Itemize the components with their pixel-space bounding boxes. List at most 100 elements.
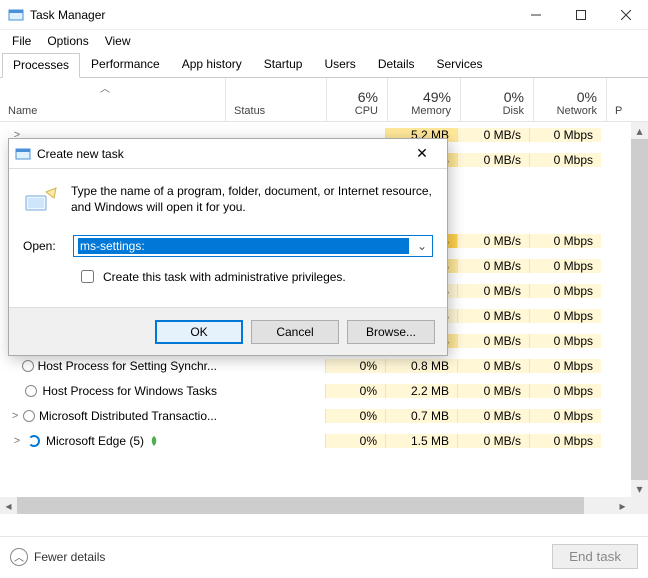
cpu-cell: 0%: [325, 409, 385, 423]
open-combobox[interactable]: ms-settings: ⌄: [73, 235, 433, 257]
vertical-scrollbar[interactable]: ▴ ▾: [631, 122, 648, 497]
column-headers: ︿ Name Status 6%CPU 49%Memory 0%Disk 0%N…: [0, 78, 648, 122]
browse-button[interactable]: Browse...: [347, 320, 435, 344]
header-disk[interactable]: 0%Disk: [461, 78, 533, 121]
disk-cell: 0 MB/s: [457, 309, 529, 323]
admin-checkbox-label: Create this task with administrative pri…: [103, 270, 346, 284]
footer-bar: ︿ Fewer details End task: [0, 536, 648, 576]
tab-startup[interactable]: Startup: [253, 52, 314, 77]
close-button[interactable]: [603, 0, 648, 29]
tab-users[interactable]: Users: [313, 52, 366, 77]
open-label: Open:: [23, 239, 65, 253]
header-memory[interactable]: 49%Memory: [388, 78, 460, 121]
fewer-details-toggle[interactable]: ︿ Fewer details: [10, 548, 105, 566]
scroll-down-arrow-icon[interactable]: ▾: [631, 480, 648, 497]
disk-cell: 0 MB/s: [457, 359, 529, 373]
cpu-cell: 0%: [325, 434, 385, 448]
disk-cell: 0 MB/s: [457, 434, 529, 448]
horizontal-scrollbar[interactable]: ◂ ▸: [0, 497, 648, 514]
table-row[interactable]: > Microsoft Distributed Transactio... 0%0.…: [0, 403, 648, 428]
dialog-titlebar: Create new task ✕: [9, 139, 447, 169]
expand-chevron-icon[interactable]: >: [8, 410, 22, 422]
cpu-cell: 0%: [325, 384, 385, 398]
disk-cell: 0 MB/s: [457, 284, 529, 298]
scroll-left-arrow-icon[interactable]: ◂: [0, 497, 17, 514]
disk-cell: 0 MB/s: [457, 234, 529, 248]
table-row[interactable]: Host Process for Setting Synchr... 0%0.8 …: [0, 353, 648, 378]
disk-cell: 0 MB/s: [457, 153, 529, 167]
header-status[interactable]: Status: [226, 78, 326, 121]
header-name[interactable]: Name: [0, 78, 225, 121]
cpu-cell: 0%: [325, 359, 385, 373]
memory-cell: 0.8 MB: [385, 359, 457, 373]
memory-cell: 0.7 MB: [385, 409, 457, 423]
table-row[interactable]: Host Process for Windows Tasks0%2.2 MB0 …: [0, 378, 648, 403]
network-cell: 0 Mbps: [529, 284, 601, 298]
end-task-button[interactable]: End task: [552, 544, 638, 569]
tab-details[interactable]: Details: [367, 52, 426, 77]
table-row[interactable]: > Microsoft Edge (5) 0%1.5 MB0 MB/s0 Mbps: [0, 428, 648, 453]
header-network[interactable]: 0%Network: [534, 78, 606, 121]
app-icon: [8, 7, 24, 23]
tab-performance[interactable]: Performance: [80, 52, 171, 77]
disk-cell: 0 MB/s: [457, 334, 529, 348]
combobox-dropdown-icon[interactable]: ⌄: [414, 238, 430, 254]
tab-processes[interactable]: Processes: [2, 53, 80, 78]
memory-cell: 1.5 MB: [385, 434, 457, 448]
header-cpu[interactable]: 6%CPU: [327, 78, 387, 121]
network-cell: 0 Mbps: [529, 334, 601, 348]
fewer-details-label: Fewer details: [34, 550, 105, 564]
dialog-button-row: OK Cancel Browse...: [9, 307, 447, 355]
process-name: Host Process for Setting Synchr...: [38, 359, 217, 373]
expand-chevron-icon[interactable]: >: [8, 435, 26, 447]
window-title: Task Manager: [30, 8, 513, 22]
leaf-icon: [148, 435, 160, 447]
network-cell: 0 Mbps: [529, 234, 601, 248]
hscroll-thumb[interactable]: [17, 497, 584, 514]
disk-cell: 0 MB/s: [457, 128, 529, 142]
dialog-close-button[interactable]: ✕: [403, 145, 441, 162]
tab-app-history[interactable]: App history: [171, 52, 253, 77]
tab-strip: Processes Performance App history Startu…: [0, 52, 648, 78]
open-input[interactable]: [73, 235, 433, 257]
run-icon: [23, 183, 59, 219]
network-cell: 0 Mbps: [529, 128, 601, 142]
scroll-right-arrow-icon[interactable]: ▸: [614, 497, 631, 514]
process-name: Microsoft Distributed Transactio...: [39, 409, 217, 423]
disk-cell: 0 MB/s: [457, 409, 529, 423]
minimize-button[interactable]: [513, 0, 558, 29]
network-cell: 0 Mbps: [529, 409, 601, 423]
disk-cell: 0 MB/s: [457, 259, 529, 273]
dialog-instruction: Type the name of a program, folder, docu…: [71, 183, 433, 219]
admin-checkbox[interactable]: [81, 270, 94, 283]
process-name: Host Process for Windows Tasks: [43, 384, 218, 398]
disk-cell: 0 MB/s: [457, 384, 529, 398]
dialog-title: Create new task: [37, 147, 403, 161]
maximize-button[interactable]: [558, 0, 603, 29]
scroll-thumb[interactable]: [631, 139, 648, 480]
network-cell: 0 Mbps: [529, 434, 601, 448]
sort-indicator-icon: ︿: [100, 80, 110, 95]
scroll-up-arrow-icon[interactable]: ▴: [631, 122, 648, 139]
menu-view[interactable]: View: [97, 32, 139, 50]
process-name: Microsoft Edge (5): [46, 434, 144, 448]
tab-services[interactable]: Services: [426, 52, 494, 77]
create-task-dialog: Create new task ✕ Type the name of a pro…: [8, 138, 448, 356]
menu-options[interactable]: Options: [39, 32, 96, 50]
network-cell: 0 Mbps: [529, 359, 601, 373]
process-icon: [24, 383, 38, 399]
titlebar: Task Manager: [0, 0, 648, 30]
network-cell: 0 Mbps: [529, 259, 601, 273]
menu-file[interactable]: File: [4, 32, 39, 50]
network-cell: 0 Mbps: [529, 309, 601, 323]
memory-cell: 2.2 MB: [385, 384, 457, 398]
cancel-button[interactable]: Cancel: [251, 320, 339, 344]
ok-button[interactable]: OK: [155, 320, 243, 344]
header-extra[interactable]: P: [607, 78, 624, 121]
process-icon: [26, 433, 42, 449]
network-cell: 0 Mbps: [529, 384, 601, 398]
process-icon: [22, 408, 35, 424]
chevron-up-icon: ︿: [10, 548, 28, 566]
dialog-app-icon: [15, 146, 31, 162]
network-cell: 0 Mbps: [529, 153, 601, 167]
